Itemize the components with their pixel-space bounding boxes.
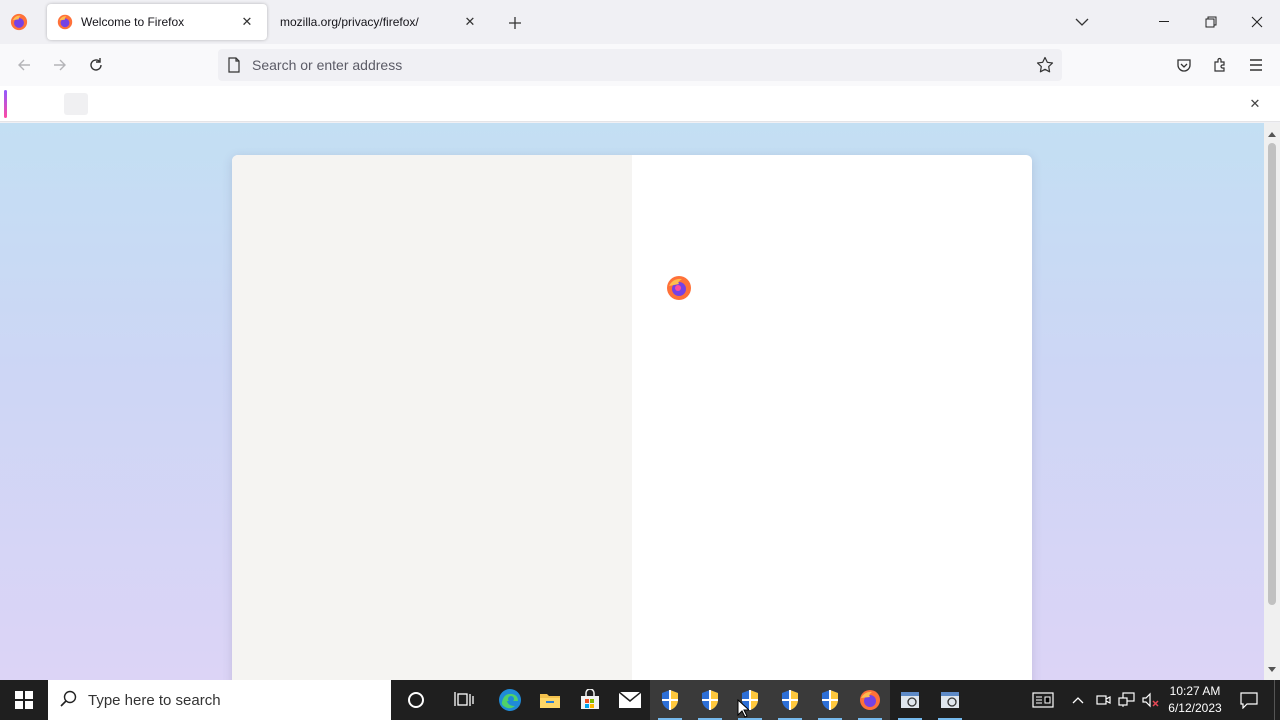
notification-accent (4, 90, 7, 118)
address-bar[interactable]: Search or enter address (218, 49, 1062, 81)
store-icon[interactable] (570, 680, 610, 720)
scroll-up-arrow-icon[interactable] (1264, 125, 1280, 142)
address-input[interactable]: Search or enter address (252, 57, 402, 73)
show-desktop-button[interactable] (1274, 680, 1280, 720)
tab-welcome[interactable]: Welcome to Firefox ✕ (47, 4, 267, 40)
firefox-icon (57, 14, 73, 30)
reload-button[interactable] (83, 52, 109, 78)
new-tab-button[interactable] (503, 11, 527, 35)
file-explorer-icon[interactable] (530, 680, 570, 720)
scroll-down-arrow-icon[interactable] (1264, 661, 1280, 678)
news-icon[interactable] (1030, 680, 1056, 720)
mouse-cursor-icon (737, 698, 751, 720)
restore-button[interactable] (1188, 0, 1234, 44)
scrollbar-thumb[interactable] (1268, 143, 1276, 605)
vertical-scrollbar[interactable] (1264, 123, 1280, 680)
mail-icon[interactable] (610, 680, 650, 720)
page-content (0, 123, 1264, 680)
start-button[interactable] (0, 680, 48, 720)
taskbar-search-box[interactable]: Type here to search (48, 680, 391, 720)
clock-date: 6/12/2023 (1168, 701, 1222, 715)
menu-icon[interactable] (1243, 52, 1269, 78)
search-placeholder: Type here to search (88, 691, 221, 709)
chevron-down-icon[interactable] (1070, 11, 1094, 33)
back-button[interactable] (11, 52, 37, 78)
close-icon[interactable]: ✕ (237, 12, 257, 32)
clock-time: 10:27 AM (1169, 684, 1221, 698)
taskbar: Type here to search 10:27 AM 6/12/2023 (0, 680, 1280, 720)
firefox-logo-icon (666, 275, 692, 301)
tab-privacy[interactable]: mozilla.org/privacy/firefox/ ✕ (270, 4, 490, 40)
shield-icon[interactable] (650, 680, 690, 720)
minimize-button[interactable] (1142, 0, 1188, 44)
app-icon[interactable] (930, 680, 970, 720)
network-icon[interactable] (1116, 680, 1138, 720)
edge-icon[interactable] (490, 680, 530, 720)
firefox-view-icon[interactable] (8, 11, 30, 33)
pocket-icon[interactable] (1171, 52, 1197, 78)
forward-button[interactable] (47, 52, 73, 78)
tab-strip: Welcome to Firefox ✕ mozilla.org/privacy… (0, 0, 1280, 44)
shield-icon[interactable] (730, 680, 770, 720)
shield-icon[interactable] (690, 680, 730, 720)
notification-center-icon[interactable] (1234, 680, 1264, 720)
chevron-up-icon[interactable] (1068, 680, 1088, 720)
meet-now-icon[interactable] (1092, 680, 1114, 720)
shield-icon[interactable] (770, 680, 810, 720)
close-icon[interactable]: ✕ (1246, 95, 1264, 113)
welcome-left-pane (232, 155, 632, 680)
page-icon (227, 57, 241, 76)
extensions-icon[interactable] (1207, 52, 1233, 78)
system-clock[interactable]: 10:27 AM 6/12/2023 (1162, 683, 1228, 717)
window-close-button[interactable] (1234, 0, 1280, 44)
volume-muted-icon[interactable] (1140, 680, 1162, 720)
bookmark-star-icon[interactable] (1036, 56, 1054, 77)
firefox-icon[interactable] (850, 680, 890, 720)
tab-title: Welcome to Firefox (81, 15, 185, 29)
task-view-icon[interactable] (444, 680, 484, 720)
close-icon[interactable]: ✕ (460, 12, 480, 32)
welcome-card (232, 155, 1032, 680)
cortana-icon[interactable] (396, 680, 436, 720)
tab-title: mozilla.org/privacy/firefox/ (280, 15, 419, 29)
shield-icon[interactable] (810, 680, 850, 720)
notification-icon (64, 93, 88, 115)
app-icon[interactable] (890, 680, 930, 720)
search-icon (60, 690, 78, 711)
notification-bar: ✕ (0, 86, 1280, 122)
